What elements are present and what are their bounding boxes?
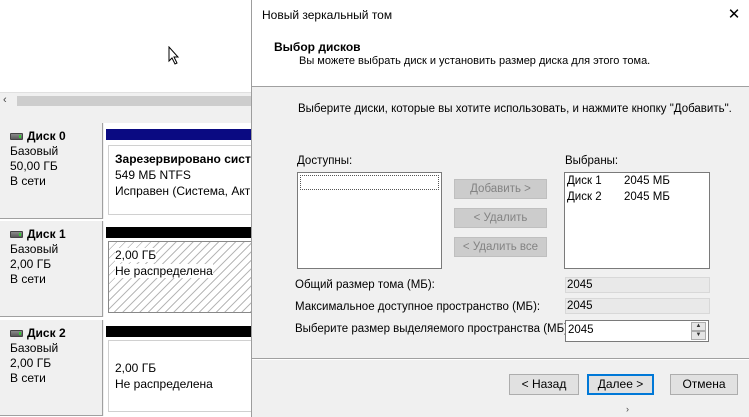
disk-size: 2,00 ГБ <box>10 356 52 370</box>
disk-management-top-pane <box>0 0 260 92</box>
volume-bar <box>106 326 258 337</box>
volume-unallocated-1[interactable]: 2,00 ГБ Не распределена <box>104 221 260 317</box>
spin-down-icon[interactable]: ▼ <box>691 331 706 340</box>
scrollbar-thumb[interactable] <box>17 96 260 106</box>
mouse-cursor-icon <box>168 46 180 65</box>
max-space-label: Максимальное доступное пространство (МБ)… <box>295 301 541 313</box>
volume-bar <box>106 129 258 140</box>
alloc-size-stepper[interactable]: 2045 ▲ ▼ <box>565 320 709 342</box>
alloc-size-label: Выберите размер выделяемого пространства… <box>295 323 572 335</box>
scroll-left-icon[interactable]: ‹ <box>3 94 7 106</box>
disk-icon <box>10 231 23 238</box>
volume-unallocated-2[interactable]: 2,00 ГБ Не распределена <box>104 320 260 416</box>
next-button[interactable]: Далее > <box>587 374 654 395</box>
disk-name: Диск 0 <box>27 129 66 143</box>
total-size-label: Общий размер тома (МБ): <box>295 279 435 291</box>
dialog-titlebar[interactable]: Новый зеркальный том ✕ <box>252 0 749 31</box>
max-space-value: 2045 <box>565 298 710 314</box>
disk-status: В сети <box>10 371 46 385</box>
available-disks-list[interactable] <box>297 172 442 269</box>
new-mirrored-volume-dialog: Новый зеркальный том ✕ Выбор дисков Вы м… <box>251 0 749 417</box>
disk-icon <box>10 133 23 140</box>
alloc-size-value[interactable]: 2045 <box>568 324 594 336</box>
disk-size: 50,00 ГБ <box>10 159 58 173</box>
volume-bar <box>106 227 258 238</box>
disk-name: Диск 1 <box>27 227 66 241</box>
wizard-header-title: Выбор дисков <box>274 40 361 54</box>
disk-type: Базовый <box>10 144 59 158</box>
selected-disks-list[interactable]: Диск 1 2045 МБ Диск 2 2045 МБ <box>564 172 710 269</box>
cancel-button[interactable]: Отмена <box>670 374 738 395</box>
disk-name: Диск 2 <box>27 326 66 340</box>
disk-label-0[interactable]: Диск 0 Базовый 50,00 ГБ В сети <box>0 123 103 219</box>
volume-state: Не распределена <box>115 377 213 391</box>
volume-size: 2,00 ГБ <box>115 248 157 262</box>
back-button[interactable]: < Назад <box>509 374 579 395</box>
spinner-buttons: ▲ ▼ <box>691 322 707 340</box>
dialog-title: Новый зеркальный том <box>262 8 393 22</box>
disk-label-1[interactable]: Диск 1 Базовый 2,00 ГБ В сети <box>0 221 103 317</box>
disk-type: Базовый <box>10 242 59 256</box>
add-button[interactable]: Добавить > <box>454 179 547 199</box>
disk-row-2: Диск 2 Базовый 2,00 ГБ В сети 2,00 ГБ Не… <box>0 320 260 416</box>
volume-state: Исправен (Система, Акти <box>115 184 257 198</box>
volume-body[interactable]: Зарезервировано систем 549 МБ NTFS Испра… <box>108 145 260 215</box>
disk-size: 2,00 ГБ <box>10 257 52 271</box>
horizontal-scrollbar[interactable]: ‹ <box>0 92 260 109</box>
selected-label: Выбраны: <box>565 155 619 167</box>
footer-separator <box>252 358 749 360</box>
total-size-value: 2045 <box>565 277 710 293</box>
volume-size: 549 МБ NTFS <box>115 168 191 182</box>
volume-body[interactable]: 2,00 ГБ Не распределена <box>108 340 260 412</box>
disk-status: В сети <box>10 174 46 188</box>
volume-body[interactable]: 2,00 ГБ Не распределена <box>108 241 260 313</box>
list-item[interactable]: Диск 2 2045 МБ <box>567 191 670 203</box>
instruction-text: Выберите диски, которые вы хотите исполь… <box>298 103 732 115</box>
volume-state: Не распределена <box>115 264 213 278</box>
disk-icon <box>10 330 23 337</box>
disk-row-0: Диск 0 Базовый 50,00 ГБ В сети Зарезерви… <box>0 123 260 219</box>
close-icon[interactable]: ✕ <box>719 0 749 30</box>
volume-size: 2,00 ГБ <box>115 361 157 375</box>
disk-label-2[interactable]: Диск 2 Базовый 2,00 ГБ В сети <box>0 320 103 416</box>
disk-row-1: Диск 1 Базовый 2,00 ГБ В сети 2,00 ГБ Не… <box>0 221 260 317</box>
wizard-header: Выбор дисков Вы можете выбрать диск и ус… <box>252 31 749 87</box>
wizard-header-subtitle: Вы можете выбрать диск и установить разм… <box>299 55 651 67</box>
bottom-scrollbar-fragment[interactable]: › <box>466 404 636 417</box>
scroll-right-icon[interactable]: › <box>626 404 629 414</box>
list-item[interactable]: Диск 1 2045 МБ <box>567 175 670 187</box>
pane-divider <box>0 109 260 123</box>
remove-button[interactable]: < Удалить <box>454 208 547 228</box>
spin-up-icon[interactable]: ▲ <box>691 322 706 331</box>
disk-status: В сети <box>10 272 46 286</box>
available-label: Доступны: <box>297 155 353 167</box>
remove-all-button[interactable]: < Удалить все <box>454 237 547 257</box>
list-focus-row <box>300 175 439 190</box>
volume-reserved[interactable]: Зарезервировано систем 549 МБ NTFS Испра… <box>104 123 260 219</box>
volume-title: Зарезервировано систем <box>115 152 260 166</box>
disk-type: Базовый <box>10 341 59 355</box>
